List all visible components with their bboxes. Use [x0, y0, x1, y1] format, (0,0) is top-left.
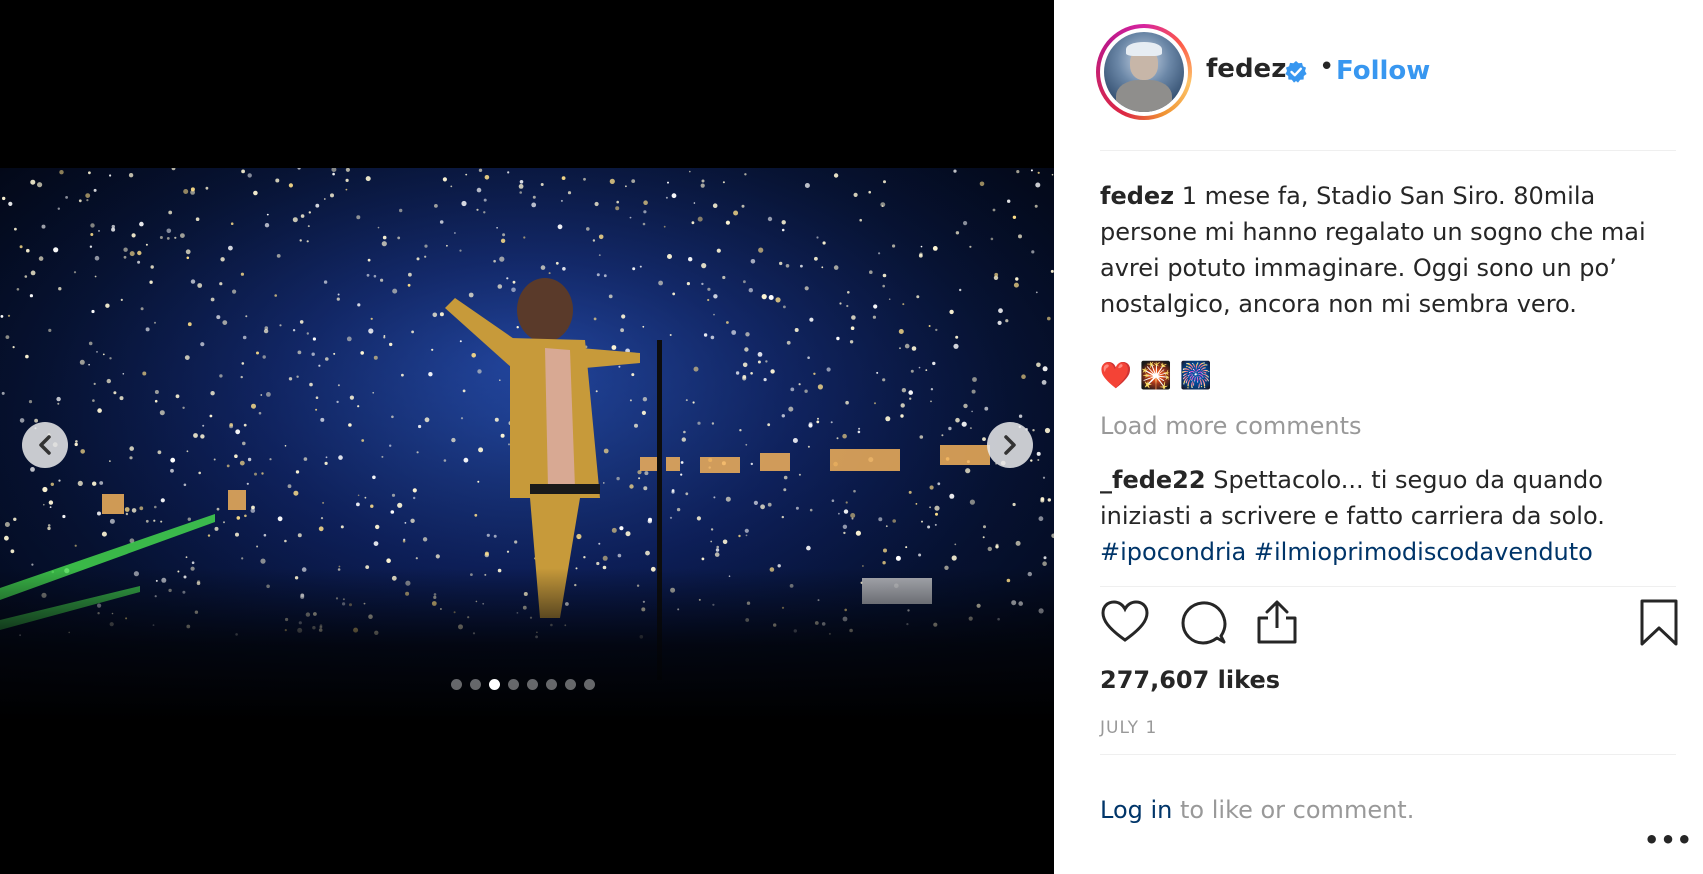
post-sidebar: fedez • Follow fedez 1 mese fa, Stadio S… [1054, 0, 1703, 874]
caption-emojis: ❤️ 🎇 🎆 [1100, 360, 1212, 392]
comment-author[interactable]: _fede22 [1100, 466, 1206, 494]
carousel-dot [527, 679, 538, 690]
post-date[interactable]: JULY 1 [1100, 718, 1157, 738]
concert-photo [0, 168, 1054, 723]
chevron-right-icon [1004, 435, 1016, 455]
chevron-left-icon [39, 435, 51, 455]
comment-button[interactable] [1178, 598, 1228, 648]
login-prompt-text: to like or comment. [1172, 796, 1415, 824]
carousel-dot [584, 679, 595, 690]
carousel-dot [546, 679, 557, 690]
carousel-dot [565, 679, 576, 690]
carousel-next-button[interactable] [987, 422, 1033, 468]
share-button[interactable] [1252, 598, 1302, 648]
heart-icon [1101, 600, 1149, 642]
sparkler-emoji-icon: 🎇 [1139, 361, 1173, 391]
carousel-dot-active [489, 679, 500, 690]
bookmark-icon [1640, 599, 1678, 646]
login-prompt: Log in to like or comment. [1100, 796, 1414, 824]
carousel-dot [508, 679, 519, 690]
carousel-prev-button[interactable] [22, 422, 68, 468]
caption-author[interactable]: fedez [1100, 182, 1174, 210]
post-media [0, 0, 1054, 874]
avatar [1104, 32, 1184, 112]
hashtag-link[interactable]: #ilmioprimodiscodavenduto [1254, 538, 1593, 566]
post-actions-bar [1100, 598, 1680, 654]
footer-divider [1100, 754, 1676, 755]
post-author-username[interactable]: fedez [1206, 54, 1286, 84]
comment-item: _fede22 Spettacolo... ti seguo da quando… [1100, 462, 1676, 570]
follow-button[interactable]: Follow [1336, 56, 1430, 86]
carousel-indicator [451, 679, 595, 690]
carousel-dot [470, 679, 481, 690]
login-link[interactable]: Log in [1100, 796, 1172, 824]
hashtag-link[interactable]: #ipocondria [1100, 538, 1246, 566]
more-options-button[interactable]: ••• [1644, 826, 1693, 854]
post-header: fedez • Follow [1054, 0, 1703, 150]
share-icon [1257, 600, 1297, 644]
header-divider [1100, 150, 1676, 151]
carousel-dot [451, 679, 462, 690]
like-button[interactable] [1100, 598, 1150, 648]
save-bookmark-button[interactable] [1634, 598, 1684, 648]
instagram-post-modal: fedez • Follow fedez 1 mese fa, Stadio S… [0, 0, 1703, 874]
concert-photo-illustration [0, 168, 1054, 723]
header-separator: • [1319, 52, 1335, 82]
caption-text: 1 mese fa, Stadio San Siro. 80mila perso… [1100, 182, 1646, 318]
post-caption: fedez 1 mese fa, Stadio San Siro. 80mila… [1100, 178, 1670, 322]
actions-divider [1100, 586, 1676, 587]
avatar-story-ring[interactable] [1096, 24, 1192, 120]
heart-emoji-icon: ❤️ [1099, 361, 1133, 391]
fireworks-emoji-icon: 🎆 [1179, 361, 1213, 391]
likes-count[interactable]: 277,607 likes [1100, 666, 1280, 694]
verified-badge-icon [1285, 61, 1307, 83]
load-more-comments-button[interactable]: Load more comments [1100, 412, 1362, 440]
comment-bubble-icon [1181, 601, 1227, 645]
